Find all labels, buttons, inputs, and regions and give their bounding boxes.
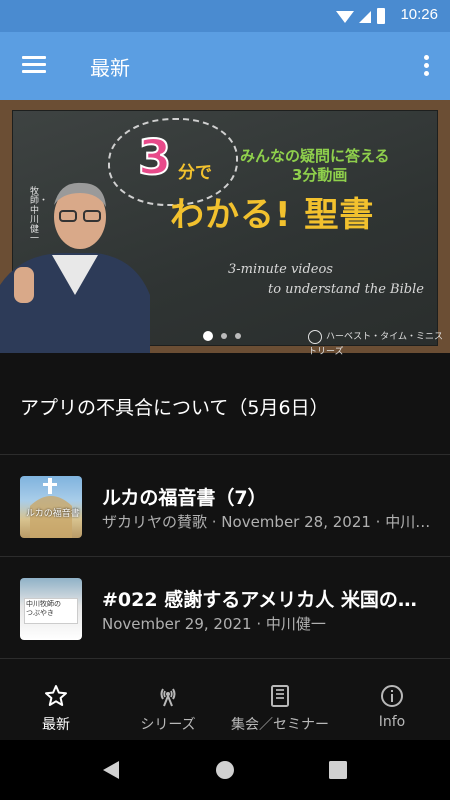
recent-apps-icon[interactable] (326, 758, 350, 782)
broadcast-icon (160, 688, 176, 707)
carousel-dot-3[interactable] (235, 332, 241, 339)
menu-button[interactable] (16, 50, 52, 82)
book-icon (271, 685, 289, 707)
list-item[interactable]: ルカの福音書 ルカの福音書（7） ザカリヤの賛歌 · November 28, … (0, 455, 450, 557)
nav-label: シリーズ (140, 717, 196, 733)
episode-thumbnail: ルカの福音書 (20, 476, 82, 538)
back-icon[interactable] (99, 758, 123, 782)
episode-title: ルカの福音書（7） (102, 487, 267, 509)
nav-label: Info (378, 714, 406, 730)
info-icon (381, 685, 403, 707)
thumbnail-text: ルカの福音書 (26, 509, 80, 519)
nav-series[interactable]: シリーズ (112, 660, 224, 740)
nav-latest[interactable]: 最新 (0, 660, 112, 740)
episode-title: #022 感謝するアメリカ人 米国のサンクスギビングデー (102, 589, 432, 611)
nav-label: 集会／セミナー (231, 717, 329, 733)
carousel-dot-1[interactable] (203, 330, 213, 341)
status-bar: 10:26 (0, 0, 450, 32)
signal-icon (359, 11, 371, 23)
home-icon[interactable] (213, 758, 237, 782)
battery-icon (377, 8, 385, 24)
wifi-icon (336, 11, 354, 23)
nav-info[interactable]: Info (336, 660, 448, 740)
banner-question-2: 3分動画 (292, 166, 348, 184)
episode-subtitle: November 29, 2021 · 中川健一 (102, 615, 326, 633)
notice-text: アプリの不具合について（5月6日） (20, 397, 329, 419)
star-icon (45, 685, 67, 706)
page-title: 最新 (90, 56, 130, 80)
banner-main-title: わかる! 聖書 (170, 195, 375, 235)
more-options-button[interactable] (416, 50, 436, 82)
banner-english-2: to understand the Bible (268, 282, 424, 297)
thumbnail-text-1: 中川牧師の (26, 600, 61, 608)
banner-question-1: みんなの疑問に答える (240, 147, 390, 165)
app-bar: 最新 (0, 32, 450, 100)
list-item[interactable]: 中川牧師の つぶやき #022 感謝するアメリカ人 米国のサンクスギビングデー … (0, 557, 450, 659)
bottom-navigation: 最新 シリーズ 集会／セミナー Info (0, 660, 450, 740)
system-navigation-bar (0, 740, 450, 800)
thumbnail-text-2: つぶやき (26, 609, 54, 618)
carousel-dot-2[interactable] (221, 332, 227, 339)
carousel-indicator (203, 325, 249, 341)
status-time: 10:26 (400, 6, 438, 23)
episode-subtitle: ザカリヤの賛歌 · November 28, 2021 · 中川健一 (102, 513, 432, 531)
banner-english-1: 3-minute videos (228, 262, 333, 277)
notice-item[interactable]: アプリの不具合について（5月6日） (0, 353, 450, 455)
nav-label: 最新 (42, 717, 70, 733)
banner-bunde: 分で (178, 163, 212, 183)
pastor-photo (0, 182, 150, 353)
episode-thumbnail: 中川牧師の つぶやき (20, 578, 82, 640)
status-icons (336, 8, 385, 24)
nav-meetings[interactable]: 集会／セミナー (224, 660, 336, 740)
